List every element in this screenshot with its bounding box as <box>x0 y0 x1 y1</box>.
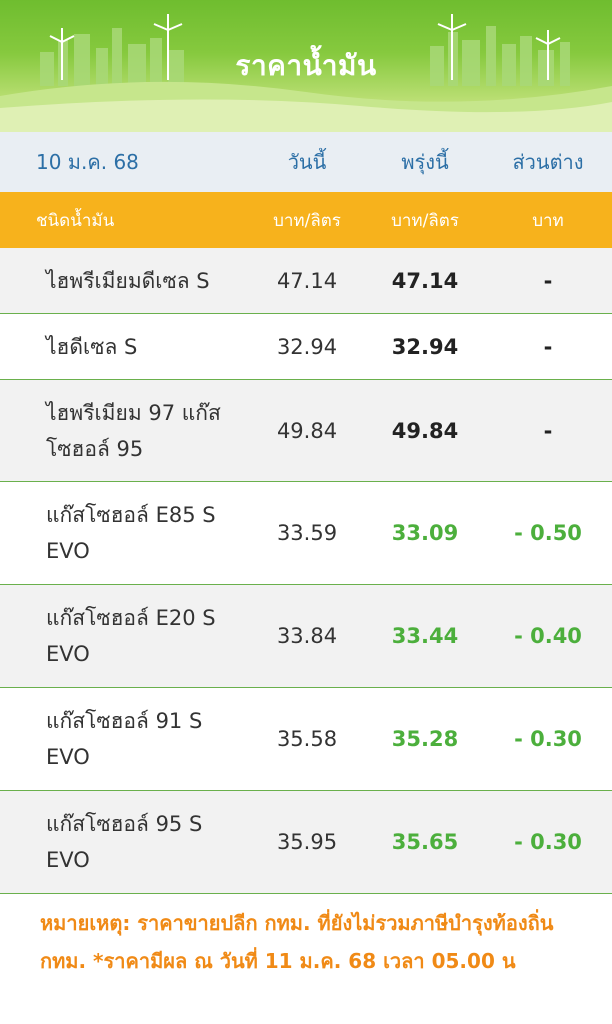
column-header-row: ชนิดน้ำมัน บาท/ลิตร บาท/ลิตร บาท <box>0 192 612 248</box>
fuel-name: แก๊สโซฮอล์ 91 S EVO <box>46 709 203 769</box>
fuel-name: ไฮพรีเมียม 97 แก๊สโซฮอล์ 95 <box>46 400 221 461</box>
price-today: 33.59 <box>276 521 338 545</box>
table-row: แก๊สโซฮอล์ 91 S EVO 35.58 35.28 - 0.30 <box>0 688 612 791</box>
table-row: ไฮพรีเมียมดีเซล S 47.14 47.14 - <box>0 248 612 314</box>
table-row: ไฮพรีเมียม 97 แก๊สโซฮอล์ 95 49.84 49.84 … <box>0 380 612 482</box>
price-difference: - 0.50 <box>514 521 582 545</box>
table-row: แก๊สโซฮอล์ 95 S EVO 35.95 35.65 - 0.30 <box>0 791 612 894</box>
fuel-name: แก๊สโซฮอล์ 95 S EVO <box>46 812 203 872</box>
price-tomorrow: 35.65 <box>391 830 459 854</box>
table-row: ไฮดีเซล S 32.94 32.94 - <box>0 314 612 380</box>
price-today: 47.14 <box>276 268 338 293</box>
table-row: แก๊สโซฮอล์ E85 S EVO 33.59 33.09 - 0.50 <box>0 482 612 585</box>
table-row: แก๊สโซฮอล์ E20 S EVO 33.84 33.44 - 0.40 <box>0 585 612 688</box>
price-tomorrow: 33.44 <box>391 624 459 648</box>
fuel-name: ไฮดีเซล S <box>46 334 138 359</box>
footnote: หมายเหตุ: ราคาขายปลีก กทม. ที่ยังไม่รวมภ… <box>40 911 554 973</box>
price-difference: - <box>543 268 553 293</box>
fuel-price-table: ไฮพรีเมียมดีเซล S 47.14 47.14 - ไฮดีเซล … <box>0 248 612 894</box>
fuel-name: แก๊สโซฮอล์ E20 S EVO <box>46 606 216 666</box>
price-difference: - <box>543 334 553 359</box>
fuel-name: แก๊สโซฮอล์ E85 S EVO <box>46 503 216 563</box>
fuel-name: ไฮพรีเมียมดีเซล S <box>46 268 210 293</box>
price-today: 35.58 <box>276 727 338 751</box>
difference-unit-column-header: บาท <box>532 210 564 231</box>
header-banner: ราคาน้ำมัน <box>0 0 612 132</box>
tomorrow-unit-column-header: บาท/ลิตร <box>391 210 459 231</box>
date-label: 10 ม.ค. 68 <box>36 150 139 174</box>
price-today: 32.94 <box>276 334 338 359</box>
price-tomorrow: 49.84 <box>391 418 459 443</box>
price-difference: - 0.30 <box>514 727 582 751</box>
price-today: 49.84 <box>276 418 338 443</box>
tomorrow-label: พรุ่งนี้ <box>401 150 449 174</box>
today-unit-column-header: บาท/ลิตร <box>273 210 341 231</box>
date-header-row: 10 ม.ค. 68 วันนี้ พรุ่งนี้ ส่วนต่าง <box>0 132 612 192</box>
page-title: ราคาน้ำมัน <box>235 49 377 82</box>
price-tomorrow: 47.14 <box>391 268 459 293</box>
price-tomorrow: 33.09 <box>391 521 459 545</box>
fuel-type-column-header: ชนิดน้ำมัน <box>36 210 115 231</box>
today-label: วันนี้ <box>287 150 327 174</box>
price-today: 33.84 <box>276 624 338 648</box>
price-tomorrow: 32.94 <box>391 334 459 359</box>
price-today: 35.95 <box>276 830 338 854</box>
difference-label: ส่วนต่าง <box>512 150 584 174</box>
price-difference: - <box>543 418 553 443</box>
price-tomorrow: 35.28 <box>391 727 459 751</box>
price-difference: - 0.30 <box>514 830 582 854</box>
price-difference: - 0.40 <box>514 624 582 648</box>
